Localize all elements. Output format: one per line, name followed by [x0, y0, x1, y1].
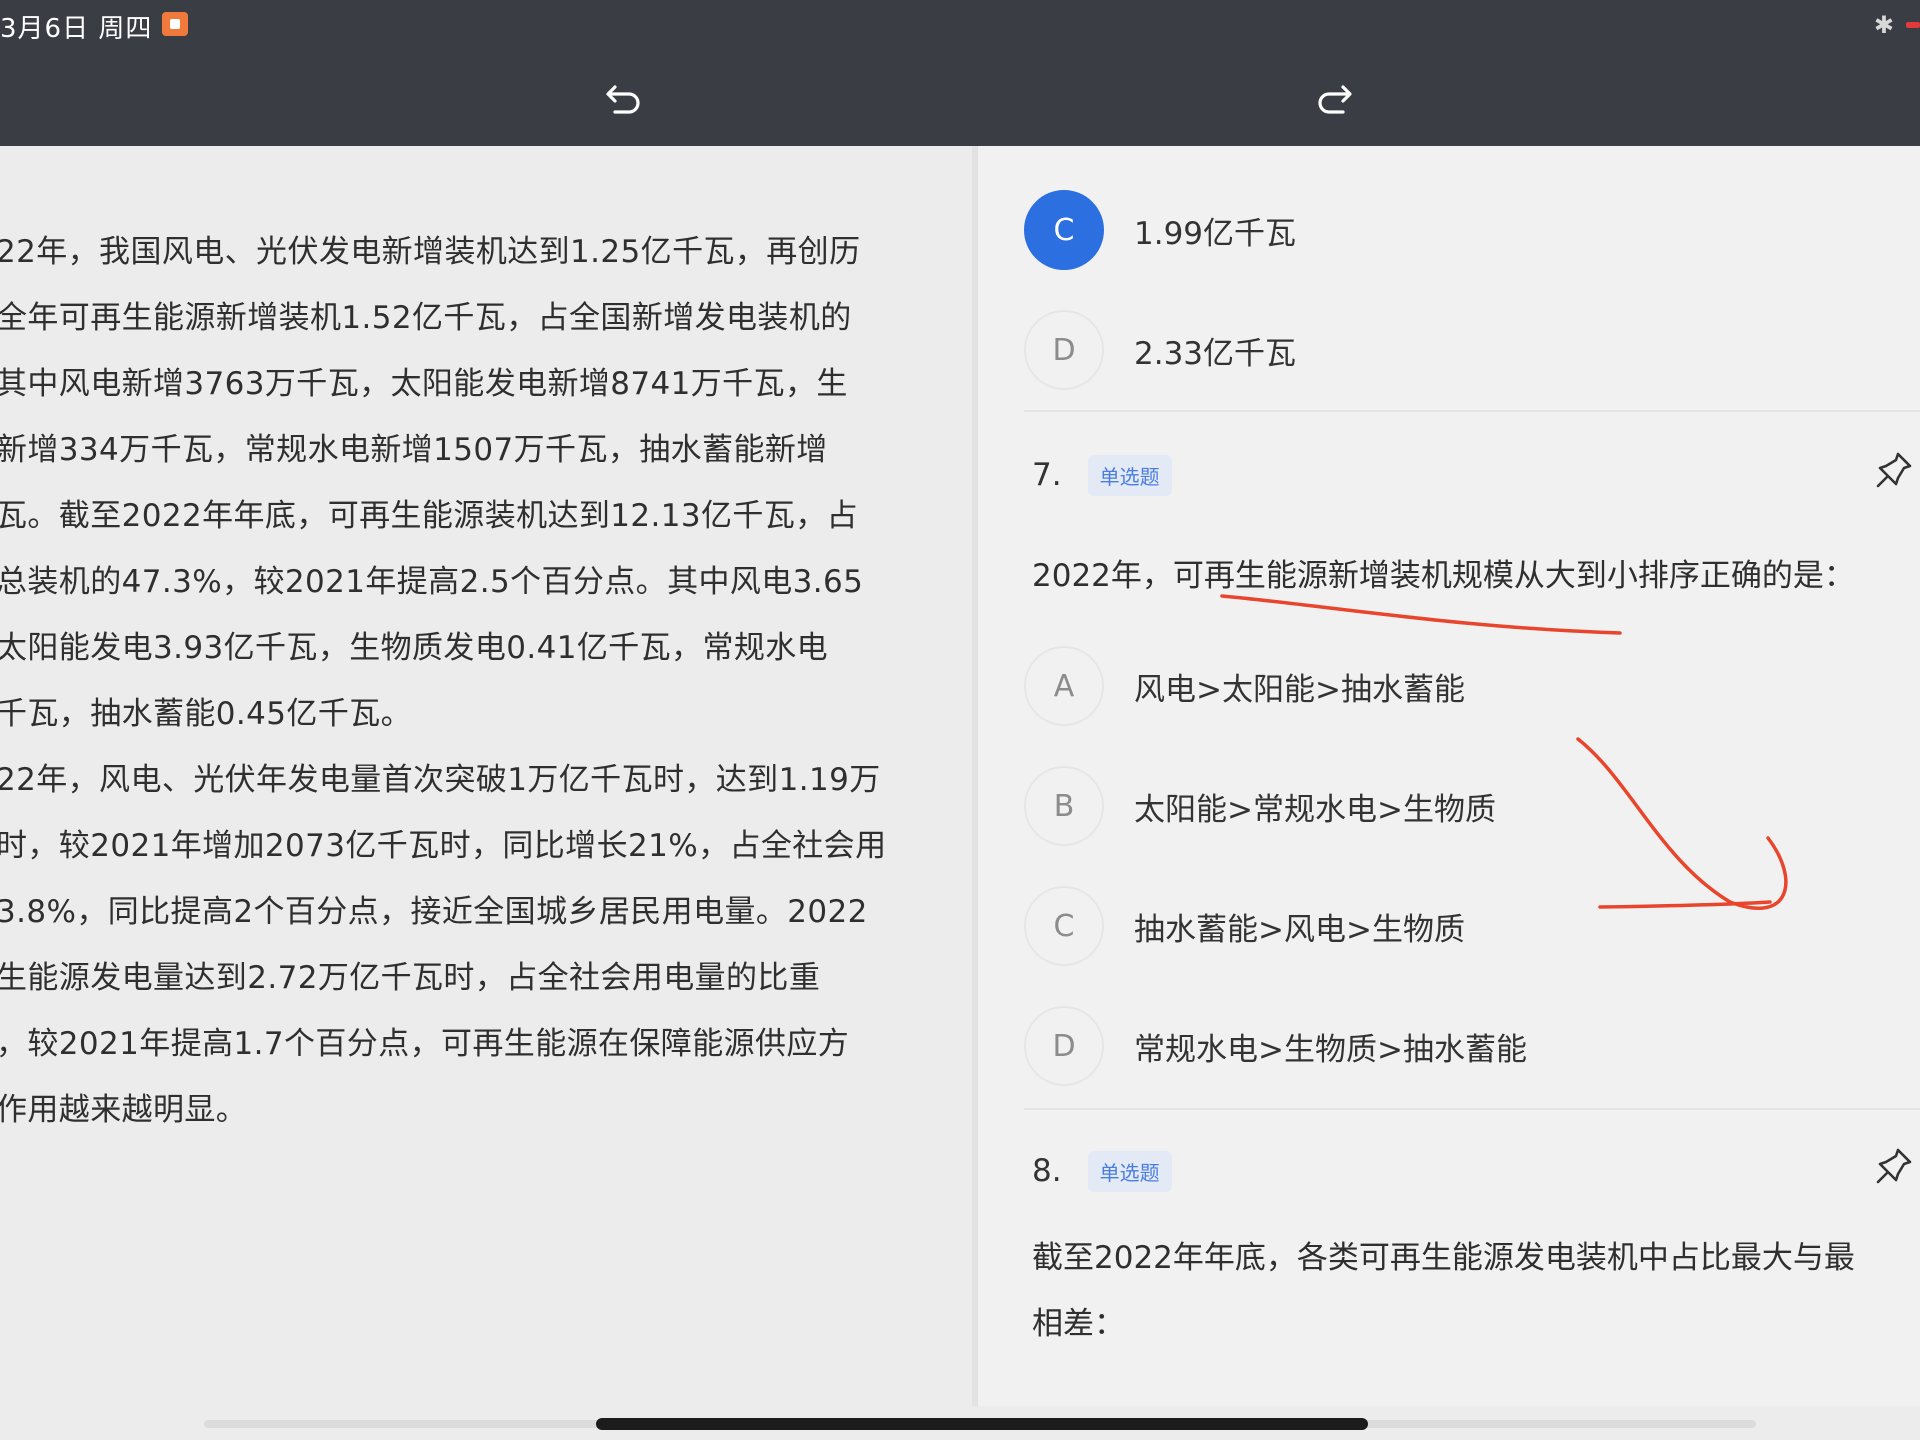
- passage-line: 22年，我国风电、光伏发电新增装机达到1.25亿千瓦，再创历: [0, 234, 861, 270]
- option-text: 风电>太阳能>抽水蓄能: [1134, 671, 1465, 708]
- status-date: 3月6日 周四: [0, 14, 153, 44]
- option-text: 2.33亿千瓦: [1134, 335, 1297, 372]
- q7-option-a[interactable]: A 风电>太阳能>抽水蓄能: [1024, 644, 1465, 728]
- passage-line: 总装机的47.3%，较2021年提高2.5个百分点。其中风电3.65: [0, 564, 864, 600]
- question-number: 8.: [1032, 1153, 1062, 1189]
- undo-button[interactable]: [596, 70, 652, 126]
- toolbar: [0, 50, 1920, 146]
- q8-stem-line: 截至2022年年底，各类可再生能源发电装机中占比最大与最: [1032, 1240, 1855, 1276]
- option-letter: D: [1024, 1006, 1104, 1086]
- scroll-thumb[interactable]: [596, 1418, 1368, 1430]
- redo-arrow-icon: [1318, 85, 1352, 114]
- option-letter: C: [1024, 886, 1104, 966]
- undo-arrow-icon: [606, 85, 640, 114]
- passage-pane[interactable]: 22年，我国风电、光伏发电新增装机达到1.25亿千瓦，再创历 全年可再生能源新增…: [0, 146, 972, 1406]
- q6-option-d[interactable]: D 2.33亿千瓦: [1024, 308, 1296, 392]
- q6-option-c[interactable]: C 1.99亿千瓦: [1024, 188, 1296, 272]
- option-text: 常规水电>生物质>抽水蓄能: [1134, 1031, 1527, 1068]
- passage-line: 千瓦，抽水蓄能0.45亿千瓦。: [0, 696, 413, 732]
- option-letter: A: [1024, 646, 1104, 726]
- status-indicators: ✱: [1874, 10, 1920, 40]
- passage-line: 时，较2021年增加2073亿千瓦时，同比增长21%，占全社会用: [0, 828, 887, 864]
- passage-line: 3.8%，同比提高2个百分点，接近全国城乡居民用电量。2022: [0, 894, 868, 930]
- q7-header: 7. 单选题: [1032, 450, 1172, 500]
- question-separator: [1024, 410, 1920, 412]
- passage-line: 其中风电新增3763万千瓦，太阳能发电新增8741万千瓦，生: [0, 366, 848, 402]
- q7-stem: 2022年，可再生能源新增装机规模从大到小排序正确的是：: [1032, 558, 1855, 594]
- q7-option-d[interactable]: D 常规水电>生物质>抽水蓄能: [1024, 1004, 1527, 1088]
- option-letter: D: [1024, 310, 1104, 390]
- passage-line: 瓦。截至2022年年底，可再生能源装机达到12.13亿千瓦，占: [0, 498, 859, 534]
- passage-line: 22年，风电、光伏年发电量首次突破1万亿千瓦时，达到1.19万: [0, 762, 881, 798]
- pin-icon[interactable]: [1872, 448, 1916, 492]
- bluetooth-icon: ✱: [1873, 11, 1894, 39]
- question-number: 7.: [1032, 457, 1062, 493]
- battery-icon: [1906, 22, 1920, 28]
- q7-option-b[interactable]: B 太阳能>常规水电>生物质: [1024, 764, 1496, 848]
- question-type-tag: 单选题: [1087, 1150, 1172, 1192]
- question-separator: [1024, 1108, 1920, 1110]
- passage-line: 生能源发电量达到2.72万亿千瓦时，占全社会用电量的比重: [0, 960, 821, 996]
- option-letter: C: [1024, 190, 1104, 270]
- q7-option-c[interactable]: C 抽水蓄能>风电>生物质: [1024, 884, 1465, 968]
- notification-badge-icon: [162, 12, 188, 36]
- option-letter: B: [1024, 766, 1104, 846]
- passage-line: 新增334万千瓦，常规水电新增1507万千瓦，抽水蓄能新增: [0, 432, 828, 468]
- option-text: 抽水蓄能>风电>生物质: [1134, 911, 1465, 948]
- passage-line: ，较2021年提高1.7个百分点，可再生能源在保障能源供应方: [0, 1026, 850, 1062]
- question-type-tag: 单选题: [1087, 454, 1172, 496]
- option-text: 1.99亿千瓦: [1134, 215, 1297, 252]
- option-text: 太阳能>常规水电>生物质: [1134, 791, 1496, 828]
- q8-header: 8. 单选题: [1032, 1146, 1172, 1196]
- pin-icon[interactable]: [1872, 1144, 1916, 1188]
- q8-stem-line: 相差：: [1032, 1306, 1125, 1342]
- status-bar: 3月6日 周四 ✱: [0, 0, 1920, 50]
- redo-button[interactable]: [1306, 70, 1362, 126]
- passage-line: 作用越来越明显。: [0, 1092, 248, 1128]
- question-pane[interactable]: C 1.99亿千瓦 D 2.33亿千瓦 7. 单选题 2022年，可再生能源新增…: [978, 146, 1920, 1406]
- passage-line: 全年可再生能源新增装机1.52亿千瓦，占全国新增发电装机的: [0, 300, 852, 336]
- passage-line: 太阳能发电3.93亿千瓦，生物质发电0.41亿千瓦，常规水电: [0, 630, 829, 666]
